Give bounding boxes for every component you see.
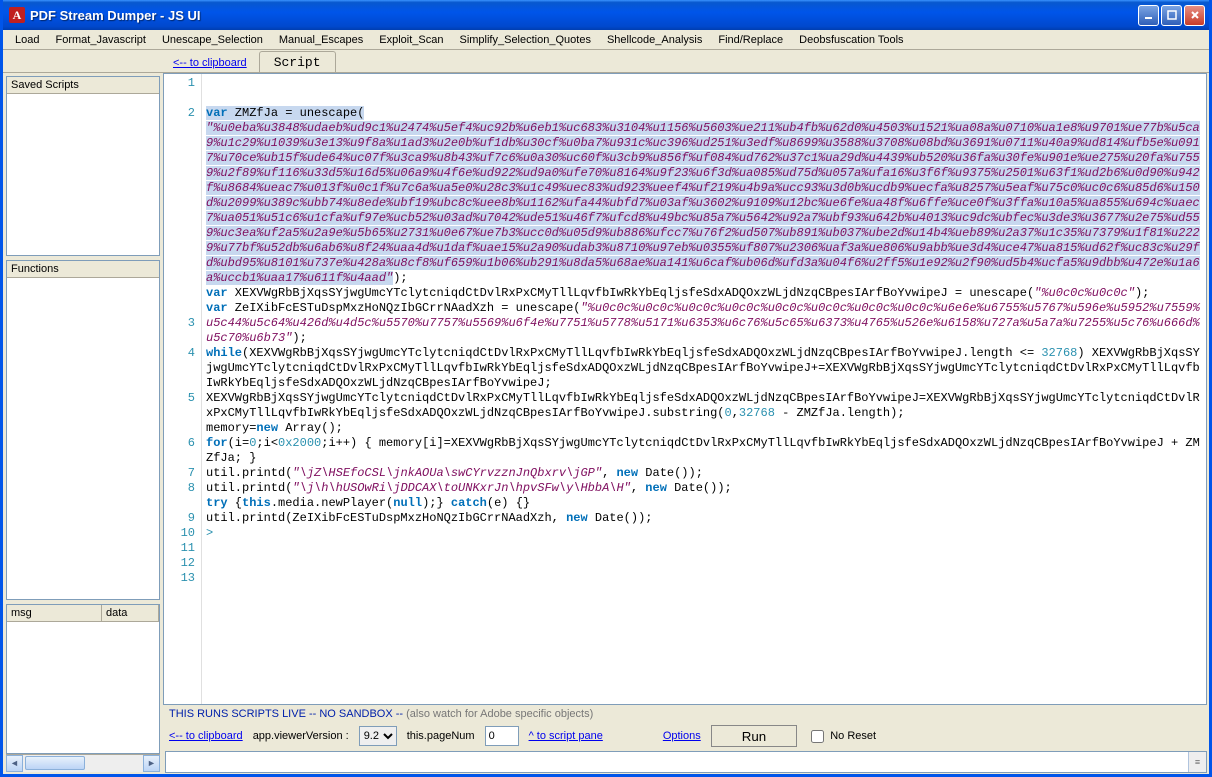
menu-deobfuscation[interactable]: Deobsfuscation Tools [791, 32, 911, 48]
titlebar: A PDF Stream Dumper - JS UI [3, 0, 1209, 30]
sidebar: Saved Scripts Functions msg data ◄ ► [3, 73, 163, 774]
menu-format-js[interactable]: Format_Javascript [47, 32, 153, 48]
menu-unescape[interactable]: Unescape_Selection [154, 32, 271, 48]
editor-wrap: 12345678910111213 var ZMZfJa = unescape(… [163, 73, 1209, 774]
msg-col-header[interactable]: msg [7, 605, 102, 621]
functions-list[interactable] [7, 278, 159, 599]
sandbox-warning: THIS RUNS SCRIPTS LIVE -- NO SANDBOX -- … [163, 705, 1209, 723]
console-bar: ≡ [165, 751, 1207, 773]
scroll-left-icon[interactable]: ◄ [6, 755, 23, 772]
saved-scripts-panel: Saved Scripts [6, 76, 160, 256]
clipboard-link-bottom[interactable]: <-- to clipboard [169, 730, 243, 742]
data-col-header[interactable]: data [102, 605, 159, 621]
close-button[interactable] [1184, 5, 1205, 26]
pagenum-input[interactable] [485, 726, 519, 746]
menu-manual-escapes[interactable]: Manual_Escapes [271, 32, 371, 48]
menu-exploit-scan[interactable]: Exploit_Scan [371, 32, 451, 48]
pagenum-label: this.pageNum [407, 730, 475, 742]
line-gutter: 12345678910111213 [164, 74, 202, 704]
bottom-controls: <-- to clipboard app.viewerVersion : 9.2… [163, 723, 1209, 751]
viewer-version-label: app.viewerVersion : [253, 730, 349, 742]
viewer-version-select[interactable]: 9.2 [359, 726, 397, 746]
menu-find-replace[interactable]: Find/Replace [710, 32, 791, 48]
no-reset-label[interactable]: No Reset [807, 727, 876, 746]
code-editor[interactable]: 12345678910111213 var ZMZfJa = unescape(… [163, 73, 1207, 705]
console-input[interactable] [166, 752, 1188, 772]
scroll-right-icon[interactable]: ► [143, 755, 160, 772]
maximize-button[interactable] [1161, 5, 1182, 26]
window-title: PDF Stream Dumper - JS UI [30, 8, 1138, 23]
options-link[interactable]: Options [663, 730, 701, 742]
clipboard-link-top[interactable]: <-- to clipboard [173, 57, 247, 72]
menubar: Load Format_Javascript Unescape_Selectio… [3, 30, 1209, 50]
functions-panel: Functions [6, 260, 160, 600]
menu-load[interactable]: Load [7, 32, 47, 48]
menu-shellcode[interactable]: Shellcode_Analysis [599, 32, 710, 48]
functions-header: Functions [7, 261, 159, 278]
minimize-button[interactable] [1138, 5, 1159, 26]
console-expand-icon[interactable]: ≡ [1188, 752, 1206, 772]
app-window: A PDF Stream Dumper - JS UI Load Format_… [0, 0, 1212, 777]
script-tab[interactable]: Script [259, 51, 336, 72]
msg-table: msg data [6, 604, 160, 754]
app-icon: A [9, 7, 25, 23]
tabbar: <-- to clipboard Script [3, 50, 1209, 72]
menu-simplify-quotes[interactable]: Simplify_Selection_Quotes [451, 32, 598, 48]
main: Saved Scripts Functions msg data ◄ ► [3, 72, 1209, 774]
msg-body[interactable] [7, 622, 159, 753]
saved-scripts-header: Saved Scripts [7, 77, 159, 94]
run-button[interactable]: Run [711, 725, 797, 747]
sidebar-scrollbar[interactable]: ◄ ► [6, 754, 160, 771]
scroll-thumb[interactable] [25, 756, 85, 770]
script-pane-link[interactable]: ^ to script pane [529, 730, 603, 742]
code-content[interactable]: var ZMZfJa = unescape( "%u0eba%u3848%uda… [202, 74, 1206, 704]
no-reset-checkbox[interactable] [811, 730, 824, 743]
saved-scripts-list[interactable] [7, 94, 159, 255]
